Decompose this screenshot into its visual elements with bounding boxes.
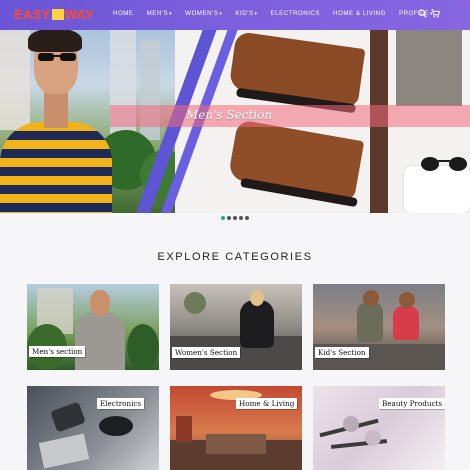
category-card-home-living[interactable]: Home & Living <box>170 386 302 470</box>
category-card-womens[interactable]: Women's Section <box>170 284 302 370</box>
section-title: EXPLORE CATEGORIES <box>157 251 313 263</box>
carousel-dot[interactable] <box>233 216 237 220</box>
category-label: Electronics <box>97 398 145 409</box>
nav-item-label: MEN'S <box>146 10 169 17</box>
navbar: EASY WAY HOME MEN'S▾ WOMEN'S▾ KID'S▾ ELE… <box>0 0 470 30</box>
brand-logo[interactable]: EASY WAY <box>14 6 94 23</box>
hero-title-band <box>110 105 470 127</box>
sunglasses-image <box>421 157 467 171</box>
carousel-indicators <box>0 216 470 220</box>
nav-item-profile[interactable]: PROFILE▾ <box>399 10 433 17</box>
nav-item-kids[interactable]: KID'S▾ <box>235 10 257 17</box>
nav-item-label: WOMEN'S <box>185 10 219 17</box>
nav-item-home[interactable]: HOME <box>113 10 134 17</box>
carousel-dot[interactable] <box>239 216 243 220</box>
nav-item-label: ELECTRONICS <box>270 10 321 17</box>
nav-item-mens[interactable]: MEN'S▾ <box>147 10 173 17</box>
cart-icon[interactable] <box>431 9 440 18</box>
category-label: Men's section <box>29 346 86 357</box>
hero-title: Men's Section <box>186 108 273 122</box>
chevron-down-icon: ▾ <box>169 11 173 17</box>
nav-item-electronics[interactable]: ELECTRONICS <box>271 10 321 17</box>
nav-item-label: HOME & LIVING <box>333 10 386 17</box>
category-label: Home & Living <box>236 398 298 409</box>
nav-menu: HOME MEN'S▾ WOMEN'S▾ KID'S▾ ELECTRONICS … <box>113 10 446 17</box>
category-card-beauty[interactable]: Beauty Products <box>313 386 445 470</box>
logo-word-1: EASY <box>14 7 51 22</box>
nav-item-label: HOME <box>113 10 134 17</box>
category-label: Women's Section <box>172 347 241 358</box>
nav-item-home-living[interactable]: HOME & LIVING <box>333 10 386 17</box>
nav-item-womens[interactable]: WOMEN'S▾ <box>185 10 222 17</box>
chevron-down-icon: ▾ <box>254 11 258 17</box>
logo-mark <box>51 9 64 20</box>
category-card-electronics[interactable]: Electronics <box>27 386 159 470</box>
chevron-down-icon: ▾ <box>219 11 223 17</box>
category-card-mens[interactable]: Men's section <box>27 284 159 370</box>
category-label: Beauty Products <box>379 398 445 409</box>
category-label: Kid's Section <box>315 347 369 358</box>
category-card-kids[interactable]: Kid's Section <box>313 284 445 370</box>
nav-item-label: KID'S <box>235 10 254 17</box>
carousel-dot[interactable] <box>245 216 249 220</box>
hero-carousel[interactable]: Men's Section <box>0 30 470 213</box>
search-icon[interactable] <box>418 9 427 18</box>
logo-word-2: WAY <box>64 7 94 22</box>
carousel-dot[interactable] <box>227 216 231 220</box>
carousel-dot[interactable] <box>221 216 225 220</box>
